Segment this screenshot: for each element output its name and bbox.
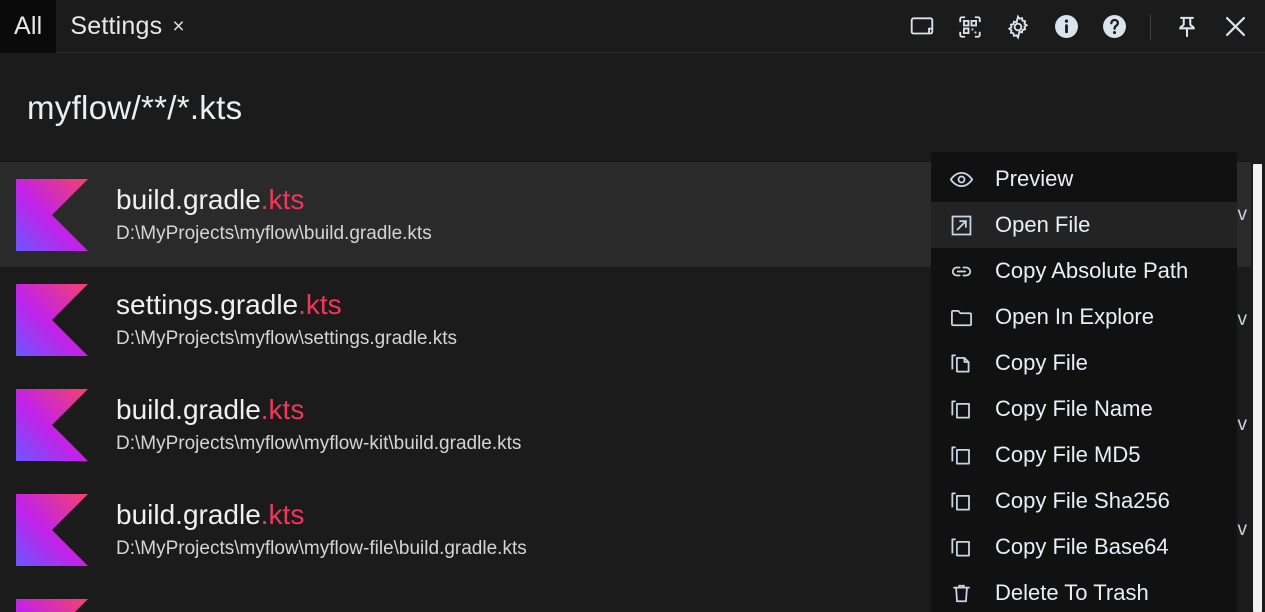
vertical-scrollbar[interactable] xyxy=(1251,162,1265,612)
tab-settings-label: Settings xyxy=(70,12,163,40)
menu-item-label: Copy File xyxy=(995,350,1088,375)
menu-item-copy-file-md5[interactable]: Copy File MD5 xyxy=(931,432,1237,478)
menu-item-label: Preview xyxy=(995,166,1074,191)
menu-item-label: Copy File Name xyxy=(995,396,1153,421)
help-icon[interactable] xyxy=(1100,13,1128,41)
menu-item-copy-file[interactable]: Copy File xyxy=(931,340,1237,386)
toolbar-separator xyxy=(1150,13,1151,40)
result-file-path: D:\MyProjects\myflow\myflow-file\build.g… xyxy=(116,537,527,559)
kotlin-file-icon xyxy=(16,598,88,612)
window-toolbar xyxy=(908,0,1265,53)
match-highlight: .kts xyxy=(298,289,342,321)
kotlin-file-icon xyxy=(16,283,88,356)
result-file-path: D:\MyProjects\myflow\myflow-kit\build.gr… xyxy=(116,432,522,454)
close-icon[interactable]: × xyxy=(172,16,184,37)
tab-bar: All Settings × xyxy=(0,0,1265,53)
result-file-path: D:\MyProjects\myflow\build.gradle.kts xyxy=(116,222,432,244)
result-row-text: build.gradle.kts D:\MyProjects\myflow\bu… xyxy=(116,185,432,243)
search-query-bar[interactable]: myflow/**/*.kts xyxy=(0,54,1265,162)
qr-code-icon[interactable] xyxy=(956,13,984,41)
trash-icon xyxy=(947,579,975,607)
eye-icon xyxy=(947,165,975,193)
copy-file-icon xyxy=(947,349,975,377)
menu-item-label: Delete To Trash xyxy=(995,580,1149,605)
menu-item-delete-to-trash[interactable]: Delete To Trash xyxy=(931,570,1237,612)
chevron-down-icon[interactable]: v xyxy=(1238,519,1248,541)
copy-icon xyxy=(947,395,975,423)
result-row-text: build.gradle.kts D:\MyProjects\myflow\my… xyxy=(116,500,527,558)
gear-icon[interactable] xyxy=(1004,13,1032,41)
copy-icon xyxy=(947,441,975,469)
match-highlight: .kts xyxy=(260,184,305,216)
menu-item-copy-absolute-path[interactable]: Copy Absolute Path xyxy=(931,248,1237,294)
scrollbar-thumb[interactable] xyxy=(1253,164,1262,612)
menu-item-copy-file-base64[interactable]: Copy File Base64 xyxy=(931,524,1237,570)
context-menu: Preview Open File Copy Absolute Path Ope… xyxy=(931,152,1237,612)
match-highlight: .kts xyxy=(260,394,305,426)
info-icon[interactable] xyxy=(1052,13,1080,41)
menu-item-label: Open File xyxy=(995,212,1091,237)
chevron-down-icon[interactable]: v xyxy=(1238,414,1248,436)
result-file-name: build.gradle.kts xyxy=(116,499,305,531)
pin-icon[interactable] xyxy=(1173,13,1201,41)
menu-item-copy-file-name[interactable]: Copy File Name xyxy=(931,386,1237,432)
chevron-down-icon[interactable]: v xyxy=(1238,204,1248,226)
result-file-name: settings.gradle.kts xyxy=(116,289,342,321)
app-window: All Settings × myflow/**/*.kts build.gra… xyxy=(0,0,1265,612)
result-file-name: build.gradle.kts xyxy=(116,394,305,426)
tab-settings[interactable]: Settings × xyxy=(56,0,198,53)
menu-item-copy-file-sha256[interactable]: Copy File Sha256 xyxy=(931,478,1237,524)
menu-item-preview[interactable]: Preview xyxy=(931,156,1237,202)
menu-item-open-in-explore[interactable]: Open In Explore xyxy=(931,294,1237,340)
result-row-text: build.gradle.kts D:\MyProjects\myflow\my… xyxy=(116,395,521,453)
result-file-name: build.gradle.kts xyxy=(116,184,305,216)
menu-item-label: Copy File Sha256 xyxy=(995,488,1170,513)
tab-bar-spacer xyxy=(199,0,908,52)
menu-item-open-file[interactable]: Open File xyxy=(931,202,1237,248)
tab-all-label: All xyxy=(14,12,43,40)
tab-all[interactable]: All xyxy=(0,0,57,53)
folder-icon xyxy=(947,303,975,331)
external-link-icon xyxy=(947,211,975,239)
menu-item-label: Copy File MD5 xyxy=(995,442,1141,467)
menu-item-label: Open In Explore xyxy=(995,304,1154,329)
copy-icon xyxy=(947,533,975,561)
display-icon[interactable] xyxy=(908,13,936,41)
menu-item-label: Copy Absolute Path xyxy=(995,258,1189,283)
menu-item-label: Copy File Base64 xyxy=(995,534,1169,559)
chevron-down-icon[interactable]: v xyxy=(1238,309,1248,331)
kotlin-file-icon xyxy=(16,178,88,251)
kotlin-file-icon xyxy=(16,493,88,566)
match-highlight: .kts xyxy=(260,499,305,531)
result-row-text: settings.gradle.kts D:\MyProjects\myflow… xyxy=(116,290,457,348)
close-icon[interactable] xyxy=(1221,13,1249,41)
link-icon xyxy=(947,257,975,285)
copy-icon xyxy=(947,487,975,515)
result-file-path: D:\MyProjects\myflow\settings.gradle.kts xyxy=(116,327,458,349)
kotlin-file-icon xyxy=(16,388,88,461)
search-query-text: myflow/**/*.kts xyxy=(27,89,243,126)
